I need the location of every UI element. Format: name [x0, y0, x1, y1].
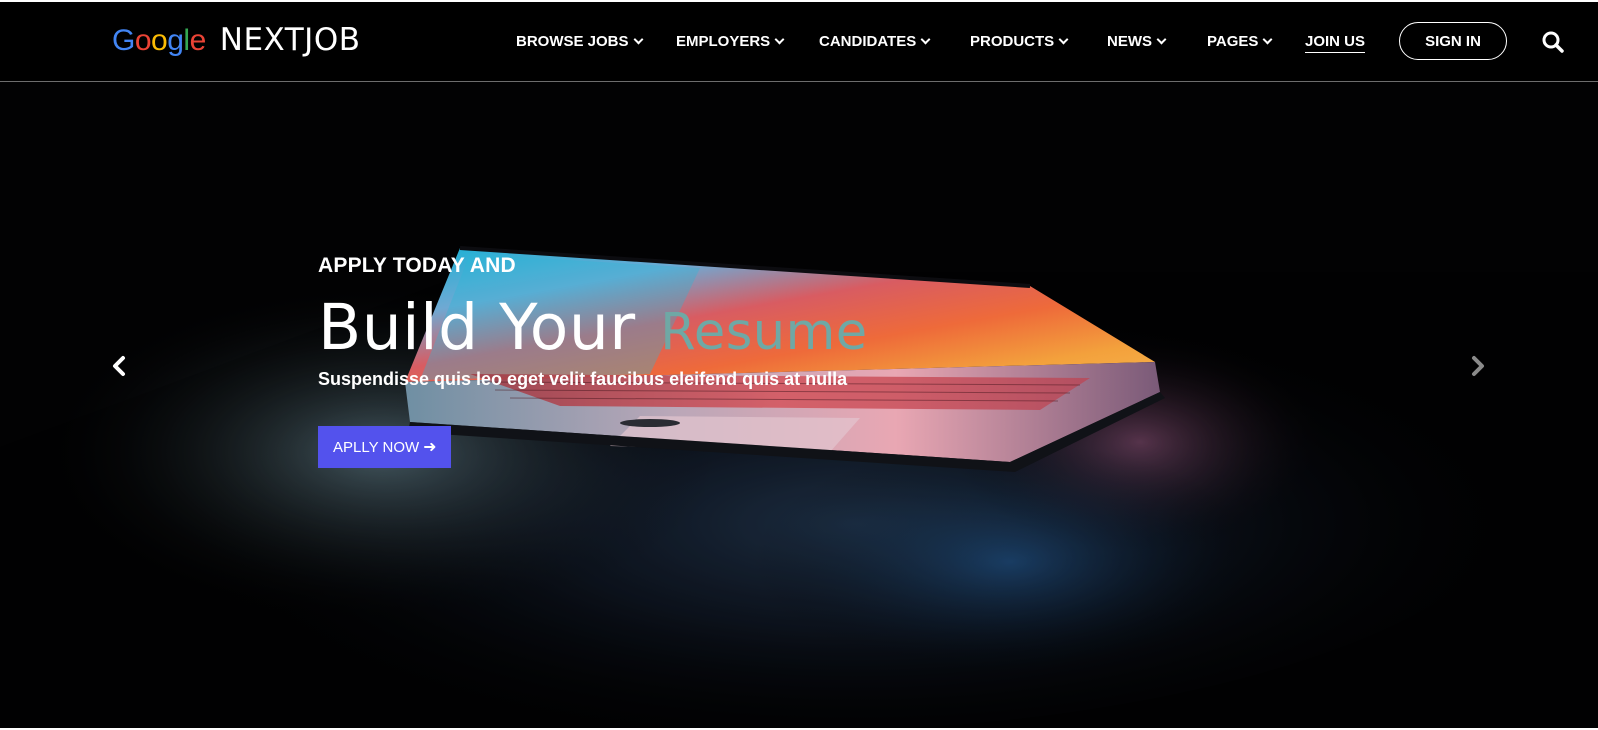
page: Google NEXTJOB BROWSE JOBS EMPLOYERS CAN…	[0, 2, 1598, 728]
hero-headline-accent: Resume	[660, 303, 868, 362]
nav-item-label: BROWSE JOBS	[516, 33, 629, 50]
chevron-down-icon	[1058, 34, 1069, 45]
chevron-down-icon	[633, 34, 643, 45]
nav-item-pages[interactable]: PAGES	[1207, 33, 1273, 50]
hero-headline: Build Your Resume	[318, 296, 868, 359]
nav-item-label: NEWS	[1107, 33, 1152, 50]
nav-item-employers[interactable]: EMPLOYERS	[676, 33, 785, 50]
nav-item-candidates[interactable]: CANDIDATES	[819, 33, 931, 50]
nav-item-news[interactable]: NEWS	[1107, 33, 1167, 50]
search-icon[interactable]	[1541, 30, 1565, 54]
hero-subline: Suspendisse quis leo eget velit faucibus…	[318, 369, 848, 389]
arrow-right-icon: ➜	[423, 439, 437, 456]
frame: Google NEXTJOB BROWSE JOBS EMPLOYERS CAN…	[0, 0, 1598, 730]
apply-now-label: APLLY NOW	[333, 438, 420, 456]
hero-headline-main: Build Your	[318, 291, 636, 364]
hero-content: APPLY TODAY AND Build Your Resume Suspen…	[318, 254, 868, 468]
nav-item-label: PAGES	[1207, 33, 1259, 50]
chevron-down-icon	[1262, 34, 1273, 45]
main-nav: BROWSE JOBS EMPLOYERS CANDIDATES PRODUCT…	[0, 2, 1598, 81]
nav-item-label: PRODUCTS	[970, 33, 1055, 50]
nav-item-browse-jobs[interactable]: BROWSE JOBS	[516, 33, 643, 50]
hero-eyebrow: APPLY TODAY AND	[318, 254, 516, 277]
join-us-link[interactable]: JOIN US	[1305, 33, 1366, 53]
chevron-down-icon	[774, 34, 785, 45]
chevron-down-icon	[920, 34, 931, 45]
nav-item-products[interactable]: PRODUCTS	[970, 33, 1069, 50]
chevron-down-icon	[1156, 34, 1167, 45]
top-navbar: Google NEXTJOB BROWSE JOBS EMPLOYERS CAN…	[0, 2, 1598, 82]
nav-item-label: CANDIDATES	[819, 33, 917, 50]
nav-item-label: EMPLOYERS	[676, 33, 771, 50]
apply-now-button[interactable]: APLLY NOW ➜	[318, 426, 451, 468]
sign-in-button[interactable]: SIGN IN	[1399, 22, 1507, 60]
chevron-left-icon[interactable]	[108, 352, 130, 380]
chevron-right-icon[interactable]	[1467, 352, 1489, 380]
